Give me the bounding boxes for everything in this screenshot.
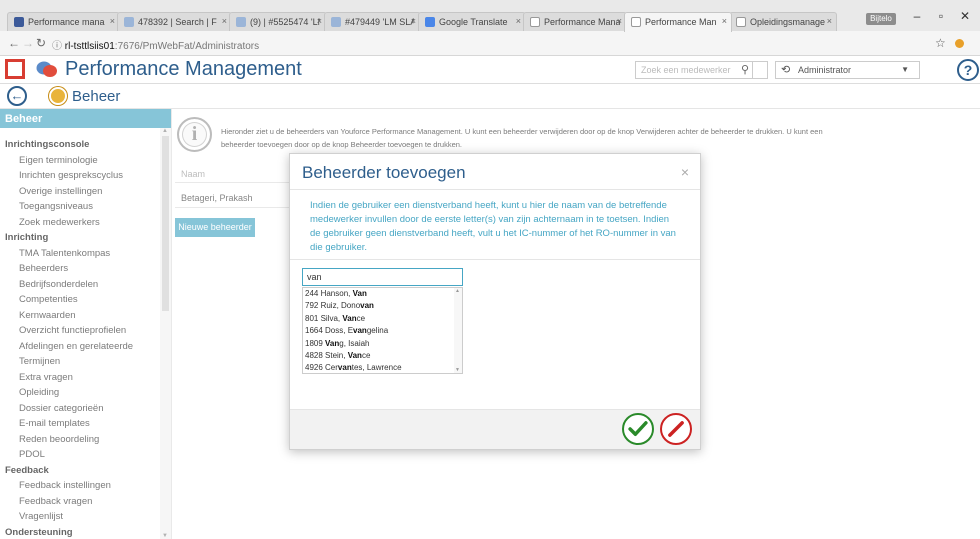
browser-tab[interactable]: 478392 | Search | F × [117,12,232,31]
modal-title: Beheerder toevoegen [302,163,466,182]
browser-tab[interactable]: (9) | #5525474 'LM × [229,12,327,31]
page-icon [631,17,641,27]
browser-tab[interactable]: Performance Mana × [523,12,627,31]
suggestion-item[interactable]: 792 Ruiz, Donovan [303,300,462,312]
confirm-button[interactable] [622,413,654,445]
url-field[interactable]: ⓘ rl-tsttlsiis01:7676/PmWebFat/Administr… [52,37,259,52]
browser-tab[interactable]: #479449 'LM SLA × [324,12,421,31]
suggestion-item[interactable]: 801 Silva, Vance [303,313,462,325]
role-select[interactable]: ⟲ Administrator ▼ [775,61,920,79]
tab-close-icon[interactable]: × [516,16,521,26]
browser-tab[interactable]: Google Translate × [418,12,526,31]
add-admin-modal: Beheerder toevoegen × Indien de gebruike… [289,153,701,450]
tab-close-icon[interactable]: × [222,16,227,26]
modal-description: Indien de gebruiker een dienstverband he… [310,200,676,253]
maximize-icon[interactable]: ▫ [928,9,954,23]
reload-icon[interactable]: ↻ [36,36,46,50]
tab-close-icon[interactable]: × [317,16,322,26]
tab-close-icon[interactable]: × [827,16,832,26]
tab-favicon-icon [124,17,134,27]
chevron-down-icon: ▼ [901,65,909,74]
divider [290,259,700,260]
employee-search-input[interactable]: Zoek een medewerker ⚲ [635,61,768,79]
app-grid-icon[interactable] [5,59,25,79]
tab-favicon-icon [236,17,246,27]
slash-icon [668,421,684,437]
performance-logo-icon [36,61,57,77]
help-icon[interactable]: ? [957,59,979,81]
tab-close-icon[interactable]: × [110,16,115,26]
role-switch-icon: ⟲ [781,64,791,76]
tab-close-icon[interactable]: × [722,16,727,26]
app-header: Performance Management Zoek een medewerk… [0,56,980,84]
section-title: Beheer [72,88,121,105]
extension-icon[interactable] [955,39,964,48]
translate-icon [425,17,435,27]
back-arrow-icon[interactable]: ← [8,36,20,50]
tab-close-icon[interactable]: × [411,16,416,26]
tab-favicon-icon [14,17,24,27]
back-circle-icon[interactable]: ← [7,86,27,106]
beheer-icon [49,87,67,105]
suggestion-scrollbar[interactable]: ▲ ▼ [454,288,462,373]
browser-tab-bar: Performance mana × 478392 | Search | F × (… [0,0,980,32]
suggestion-item[interactable]: 4926 Cervantes, Lawrence [303,362,462,373]
scroll-up-icon[interactable]: ▲ [455,288,460,294]
sub-header: ← Beheer [0,85,980,109]
page-icon [530,17,540,27]
admin-search-input[interactable] [302,268,463,286]
tab-close-icon[interactable]: × [617,16,622,26]
browser-tab-active[interactable]: Performance Man × [624,12,732,32]
info-circle-icon: ⓘ [52,41,65,52]
divider [290,189,700,190]
suggestion-item[interactable]: 4828 Stein, Vance [303,350,462,362]
browser-tab[interactable]: Opleidingsmanage × [729,12,837,31]
suggestion-list: 244 Hanson, Van 792 Ruiz, Donovan 801 Silv… [302,287,463,374]
suggestion-item[interactable]: 1664 Doss, Evangelina [303,325,462,337]
minimize-icon[interactable]: – [904,9,930,23]
suggestion-item[interactable]: 1809 Vang, Isaiah [303,338,462,350]
search-icon[interactable]: ⚲ [741,63,749,76]
address-bar: ← → ↻ ⓘ rl-tsttlsiis01:7676/PmWebFat/Adm… [0,31,980,56]
profile-badge[interactable]: Bijtelo [866,13,896,25]
bookmark-star-icon[interactable]: ☆ [935,36,946,50]
scroll-down-icon[interactable]: ▼ [455,367,460,373]
tab-favicon-icon [331,17,341,27]
search-toggle-button[interactable] [752,61,768,79]
close-icon[interactable]: × [681,164,689,180]
forward-arrow-icon[interactable]: → [22,36,34,50]
app-title: Performance Management [65,58,302,80]
checkmark-icon [628,421,648,436]
page-icon [736,17,746,27]
cancel-button[interactable] [660,413,692,445]
suggestion-item[interactable]: 244 Hanson, Van [303,288,462,300]
browser-tab[interactable]: Performance mana × [7,12,120,31]
window-close-icon[interactable]: ✕ [952,9,978,23]
